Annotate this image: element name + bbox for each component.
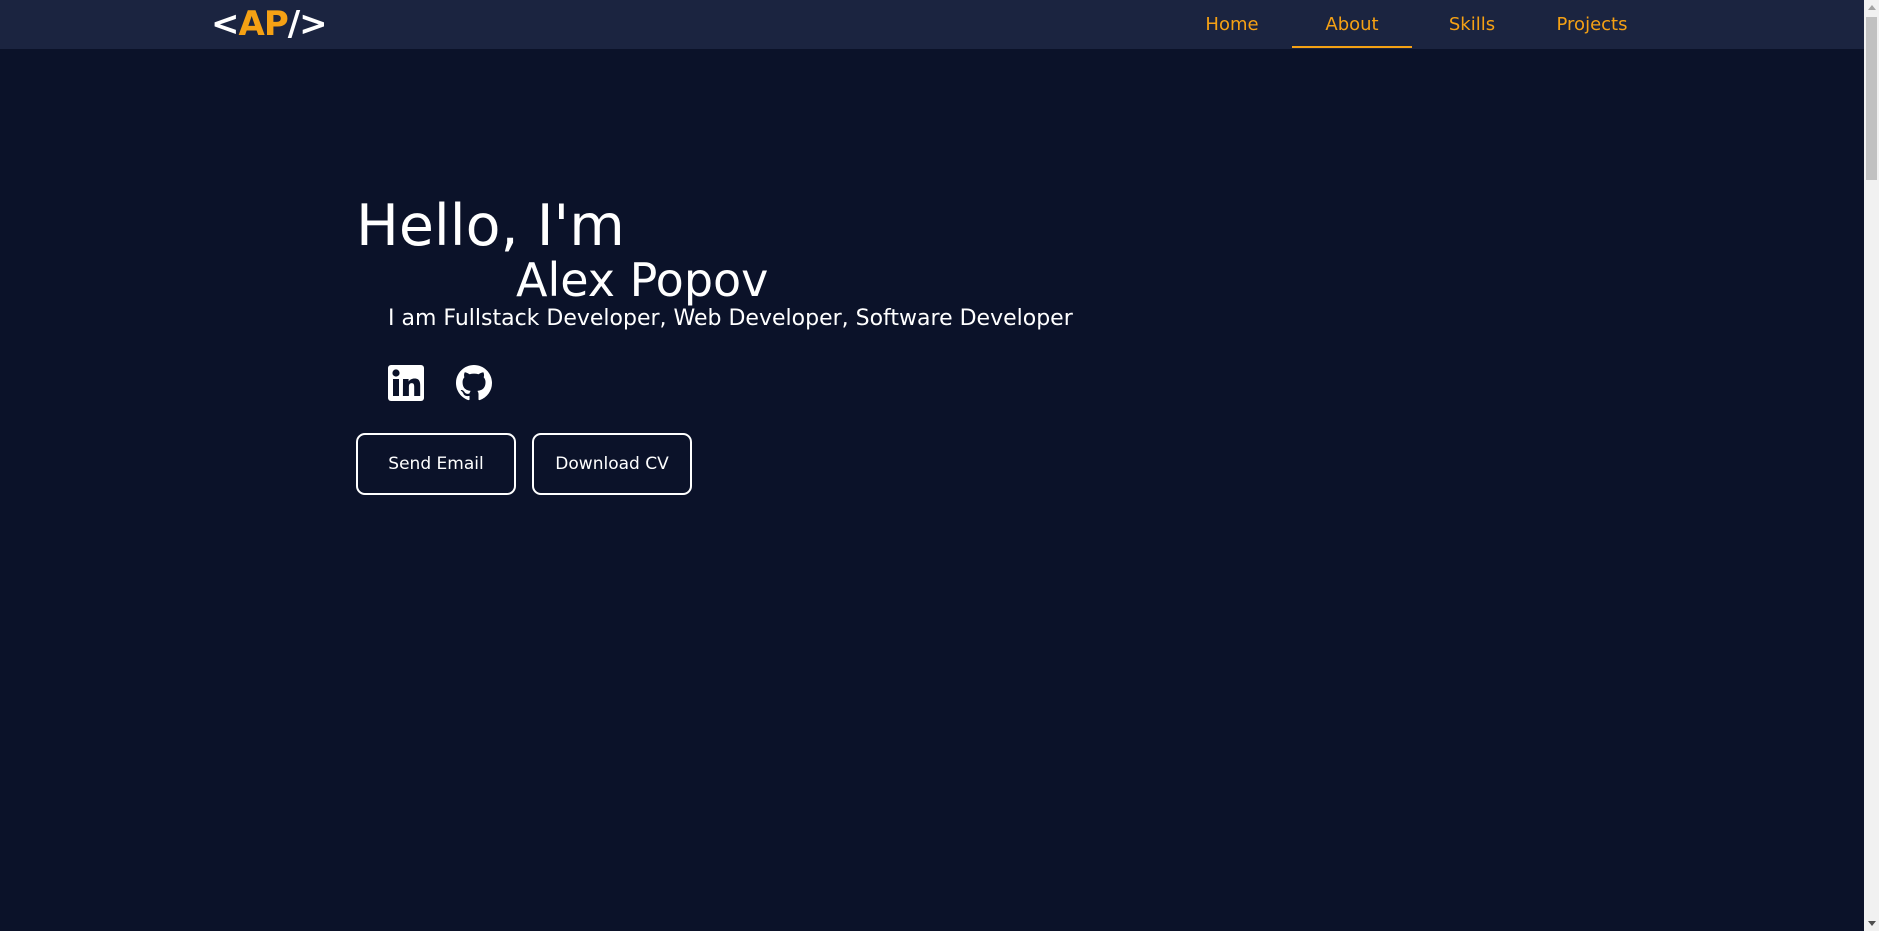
hero-name: Alex Popov [516,253,769,307]
linkedin-icon [388,365,424,401]
top-navbar: < AP/> Home About Skills Projects [0,0,1864,49]
logo-open-bracket: < [211,4,239,44]
hero-actions: Send Email Download CV [356,433,692,495]
vertical-scrollbar[interactable] [1864,0,1879,931]
scrollbar-thumb[interactable] [1866,17,1877,180]
download-cv-button[interactable]: Download CV [532,433,692,495]
scroll-down-arrow-icon[interactable] [1864,916,1879,931]
nav-item-skills[interactable]: Skills [1412,0,1532,49]
logo[interactable]: < AP/> [211,4,328,44]
nav-item-about[interactable]: About [1292,0,1412,49]
logo-initials: AP [238,4,289,44]
social-links [388,364,492,402]
hero-tagline: I am Fullstack Developer, Web Developer,… [388,306,1073,331]
nav-item-projects[interactable]: Projects [1532,0,1652,49]
send-email-button[interactable]: Send Email [356,433,516,495]
main-nav: Home About Skills Projects [1172,0,1652,49]
github-icon [456,365,492,401]
github-link[interactable] [456,364,492,402]
scroll-up-arrow-icon[interactable] [1864,0,1879,15]
logo-close-bracket: /> [287,4,328,44]
nav-item-home[interactable]: Home [1172,0,1292,49]
page: < AP/> Home About Skills Projects Hello, … [0,0,1879,931]
linkedin-link[interactable] [388,364,424,402]
